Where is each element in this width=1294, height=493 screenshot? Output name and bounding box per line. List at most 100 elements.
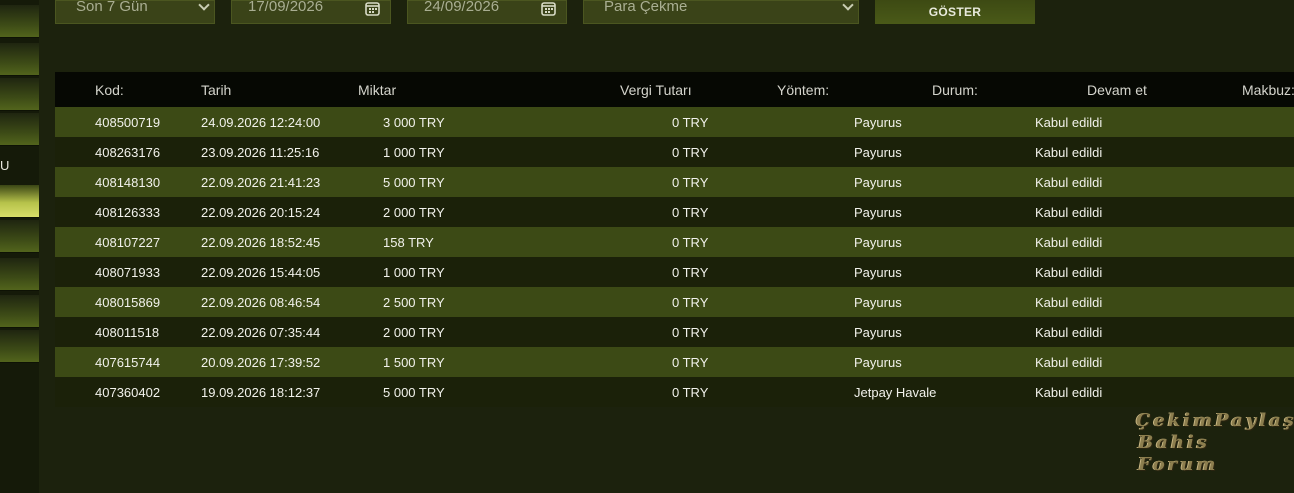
show-button[interactable]: GÖSTER [875, 0, 1035, 24]
cell-durum: Kabul edildi [1035, 175, 1103, 190]
cell-tarih: 23.09.2026 11:25:16 [201, 145, 320, 160]
cell-miktar: 1 500 TRY [383, 355, 445, 370]
cell-vergi: 0 TRY [672, 355, 709, 370]
cell-durum: Kabul edildi [1035, 265, 1103, 280]
cell-vergi: 0 TRY [672, 115, 709, 130]
cell-durum: Kabul edildi [1035, 385, 1103, 400]
sidebar-item-10[interactable] [0, 330, 39, 363]
cell-durum: Kabul edildi [1035, 115, 1103, 130]
sidebar-item-7[interactable] [0, 220, 39, 253]
sidebar-item-3[interactable] [0, 78, 39, 111]
cell-kod: 408071933 [95, 265, 161, 280]
cell-vergi: 0 TRY [672, 325, 709, 340]
cell-vergi: 0 TRY [672, 235, 709, 250]
header-vergi: Vergi Tutarı [620, 82, 692, 98]
cell-yontem: Payurus [854, 235, 902, 250]
transactions-table: Kod: Tarih Miktar Vergi Tutarı Yöntem: D… [55, 72, 1294, 407]
header-yontem: Yöntem: [777, 82, 830, 98]
cell-yontem: Payurus [854, 355, 902, 370]
cell-miktar: 1 000 TRY [383, 265, 445, 280]
cell-kod: 408263176 [95, 145, 161, 160]
table-row: 408126333 22.09.2026 20:15:24 2 000 TRY 0 T… [55, 197, 1294, 227]
table-row: 408071933 22.09.2026 15:44:05 1 000 TRY 0 T… [55, 257, 1294, 287]
sidebar-item-4[interactable] [0, 113, 39, 146]
cell-tarih: 22.09.2026 20:15:24 [201, 205, 321, 220]
calendar-icon[interactable] [365, 1, 381, 16]
cell-miktar: 5 000 TRY [383, 385, 445, 400]
cell-kod: 408015869 [95, 295, 161, 310]
cell-tarih: 20.09.2026 17:39:52 [201, 355, 321, 370]
sidebar-item-9[interactable] [0, 295, 39, 328]
chevron-down-icon [842, 1, 854, 11]
table-row: 407360402 19.09.2026 18:12:37 5 000 TRY 0 T… [55, 377, 1294, 407]
header-makbuz: Makbuz: [1242, 82, 1294, 98]
cell-miktar: 158 TRY [383, 235, 434, 250]
period-select-value: Son 7 Gün [76, 0, 148, 15]
cell-durum: Kabul edildi [1035, 145, 1103, 160]
transaction-type-value: Para Çekme [604, 0, 688, 15]
header-miktar: Miktar [358, 82, 397, 98]
cell-tarih: 22.09.2026 07:35:44 [201, 325, 321, 340]
calendar-icon[interactable] [541, 1, 557, 16]
table-row: 408148130 22.09.2026 21:41:23 5 000 TRY 0 T… [55, 167, 1294, 197]
sidebar-item-2[interactable] [0, 43, 39, 76]
cell-tarih: 24.09.2026 12:24:00 [201, 115, 321, 130]
cell-miktar: 3 000 TRY [383, 115, 445, 130]
header-kod: Kod: [95, 82, 124, 98]
cell-durum: Kabul edildi [1035, 325, 1103, 340]
cell-durum: Kabul edildi [1035, 205, 1103, 220]
cell-yontem: Payurus [854, 205, 902, 220]
cell-miktar: 5 000 TRY [383, 175, 445, 190]
cell-yontem: Payurus [854, 145, 902, 160]
cell-kod: 408500719 [95, 115, 161, 130]
date-to-input[interactable]: 24/09/2026 [407, 0, 567, 24]
cell-durum: Kabul edildi [1035, 295, 1103, 310]
cell-kod: 408107227 [95, 235, 161, 250]
transaction-type-select[interactable]: Para Çekme [583, 0, 859, 24]
cell-kod: 407615744 [95, 355, 161, 370]
table-row: 408263176 23.09.2026 11:25:16 1 000 TRY 0 T… [55, 137, 1294, 167]
cell-kod: 408011518 [95, 325, 160, 340]
cell-miktar: 2 000 TRY [383, 205, 445, 220]
sidebar-item-label: U [0, 158, 10, 173]
cell-kod: 408126333 [95, 205, 161, 220]
cell-yontem: Payurus [854, 175, 902, 190]
filter-bar: Son 7 Gün 17/09/2026 24/09/2026 Para Çek… [0, 0, 1294, 24]
cell-miktar: 2 500 TRY [383, 295, 445, 310]
cell-tarih: 22.09.2026 18:52:45 [201, 235, 321, 250]
cell-vergi: 0 TRY [672, 175, 709, 190]
cell-yontem: Jetpay Havale [854, 385, 937, 400]
date-from-value: 17/09/2026 [248, 0, 324, 15]
cell-kod: 407360402 [95, 385, 161, 400]
cell-yontem: Payurus [854, 325, 902, 340]
cell-tarih: 22.09.2026 08:46:54 [201, 295, 321, 310]
cell-tarih: 22.09.2026 21:41:23 [201, 175, 321, 190]
sidebar-item-active[interactable] [0, 185, 39, 218]
table-row: 408015869 22.09.2026 08:46:54 2 500 TRY 0 T… [55, 287, 1294, 317]
cell-durum: Kabul edildi [1035, 355, 1103, 370]
table-row: 408107227 22.09.2026 18:52:45 158 TRY 0 TRY… [55, 227, 1294, 257]
cell-tarih: 22.09.2026 15:44:05 [201, 265, 321, 280]
table-row: 407615744 20.09.2026 17:39:52 1 500 TRY 0 T… [55, 347, 1294, 377]
cell-durum: Kabul edildi [1035, 235, 1103, 250]
cell-vergi: 0 TRY [672, 145, 709, 160]
cell-miktar: 1 000 TRY [383, 145, 445, 160]
forum-watermark: ÇekimPaylaş Bahis Forum [1136, 410, 1294, 476]
sidebar: U [0, 0, 39, 493]
cell-yontem: Payurus [854, 295, 902, 310]
cell-tarih: 19.09.2026 18:12:37 [201, 385, 321, 400]
cell-vergi: 0 TRY [672, 205, 709, 220]
table-row: 408011518 22.09.2026 07:35:44 2 000 TRY 0 T… [55, 317, 1294, 347]
date-from-input[interactable]: 17/09/2026 [231, 0, 391, 24]
header-tarih: Tarih [201, 82, 232, 98]
cell-miktar: 2 000 TRY [383, 325, 445, 340]
header-durum: Durum: [932, 82, 978, 98]
cell-vergi: 0 TRY [672, 265, 709, 280]
sidebar-item-8[interactable] [0, 258, 39, 291]
cell-vergi: 0 TRY [672, 295, 709, 310]
watermark-line2: Bahis Forum [1138, 432, 1219, 475]
cell-yontem: Payurus [854, 265, 902, 280]
date-to-value: 24/09/2026 [424, 0, 500, 15]
period-select[interactable]: Son 7 Gün [55, 0, 215, 24]
cell-kod: 408148130 [95, 175, 161, 190]
